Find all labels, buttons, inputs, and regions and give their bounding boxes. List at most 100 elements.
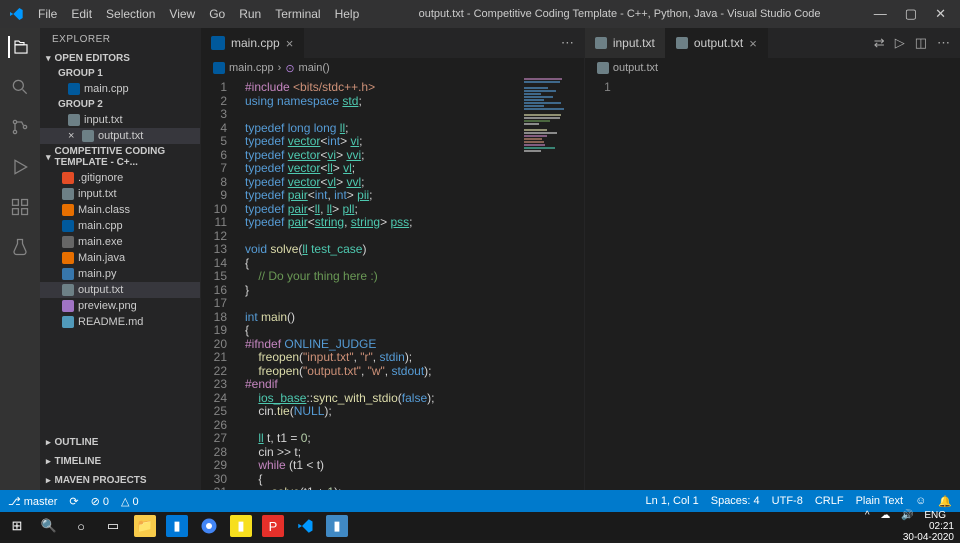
search-icon[interactable] (9, 76, 31, 98)
tab-main-cpp[interactable]: main.cpp × (201, 28, 304, 58)
exe-file-icon (62, 236, 74, 248)
cortana-icon[interactable]: ○ (70, 515, 92, 537)
cpp-file-icon (68, 83, 80, 95)
tabs-group-1: main.cpp × ⋯ (201, 28, 584, 58)
md-file-icon (62, 316, 74, 328)
close-icon[interactable]: × (286, 36, 294, 51)
notifications-icon[interactable]: 🔔 (938, 495, 952, 508)
window-title: output.txt - Competitive Coding Template… (365, 8, 874, 20)
wps-icon[interactable]: P (262, 515, 284, 537)
cursor-position[interactable]: Ln 1, Col 1 (646, 495, 699, 508)
sidebar: EXPLORER OPEN EDITORS GROUP 1 main.cpp G… (40, 28, 200, 490)
diff-icon[interactable]: ⇄ (874, 35, 885, 51)
breadcrumb[interactable]: main.cpp› ⊙main() (201, 58, 584, 78)
tab-input-txt[interactable]: input.txt (585, 28, 666, 58)
file-item[interactable]: README.md (40, 314, 200, 330)
extensions-icon[interactable] (9, 196, 31, 218)
problems-errors[interactable]: ⊘ 0 (91, 495, 109, 508)
gitignore-file-icon (62, 172, 74, 184)
scm-icon[interactable] (9, 116, 31, 138)
tab-output-txt[interactable]: output.txt × (666, 28, 768, 58)
file-item[interactable]: Main.class (40, 202, 200, 218)
png-file-icon (62, 300, 74, 312)
indent[interactable]: Spaces: 4 (711, 495, 760, 508)
file-item[interactable]: ×output.txt (40, 128, 200, 144)
start-icon[interactable]: ⊞ (6, 515, 28, 537)
txt-file-icon (62, 284, 74, 296)
cpp-file-icon (211, 36, 225, 50)
taskview-icon[interactable]: ▭ (102, 515, 124, 537)
close-button[interactable]: ✕ (935, 6, 946, 22)
open-editors-section[interactable]: OPEN EDITORS (40, 51, 200, 66)
system-tray[interactable]: ^ ☁ 🔊 ENG 02:21 30-04-2020 (865, 510, 954, 543)
explorer-icon[interactable] (8, 36, 30, 58)
menu-go[interactable]: Go (203, 3, 231, 25)
txt-file-icon (82, 130, 94, 142)
txt-file-icon (676, 37, 688, 49)
file-item[interactable]: input.txt (40, 186, 200, 202)
window-controls: ― ▢ ✕ (874, 6, 952, 22)
close-icon[interactable]: × (749, 36, 757, 51)
editor-group-2: input.txt output.txt × ⇄ ▷ ◫ ⋯ output.tx… (584, 28, 960, 490)
menu-edit[interactable]: Edit (65, 3, 98, 25)
maximize-button[interactable]: ▢ (905, 6, 917, 22)
vscode-logo-icon (8, 6, 24, 22)
file-item[interactable]: preview.png (40, 298, 200, 314)
txt-file-icon (597, 62, 609, 74)
txt-file-icon (62, 188, 74, 200)
more-icon[interactable]: ⋯ (561, 35, 574, 51)
windows-taskbar: ⊞ 🔍 ○ ▭ 📁 ▮ ▮ P ▮ ^ ☁ 🔊 ENG 02:21 30-04-… (0, 512, 960, 540)
split-icon[interactable]: ◫ (915, 35, 927, 51)
file-item[interactable]: main.cpp (40, 81, 200, 97)
menu-bar: FileEditSelectionViewGoRunTerminalHelp (32, 3, 365, 25)
menu-file[interactable]: File (32, 3, 63, 25)
store-icon[interactable]: ▮ (166, 515, 188, 537)
file-item[interactable]: output.txt (40, 282, 200, 298)
vscode-taskbar-icon[interactable] (294, 515, 316, 537)
menu-run[interactable]: Run (233, 3, 267, 25)
chrome-icon[interactable] (198, 515, 220, 537)
project-section[interactable]: COMPETITIVE CODING TEMPLATE - C+... (40, 144, 200, 170)
app-icon[interactable]: ▮ (326, 515, 348, 537)
feedback-icon[interactable]: ☺ (915, 495, 926, 508)
file-item[interactable]: main.py (40, 266, 200, 282)
run-icon[interactable]: ▷ (895, 35, 905, 51)
menu-selection[interactable]: Selection (100, 3, 161, 25)
code-editor[interactable]: 1 (585, 78, 960, 490)
section-outline[interactable]: OUTLINE (40, 433, 200, 452)
breadcrumb[interactable]: output.txt (585, 58, 960, 78)
sync-icon[interactable]: ⟳ (69, 495, 78, 508)
file-item[interactable]: main.exe (40, 234, 200, 250)
title-bar: FileEditSelectionViewGoRunTerminalHelp o… (0, 0, 960, 28)
tabs-group-2: input.txt output.txt × ⇄ ▷ ◫ ⋯ (585, 28, 960, 58)
file-explorer-icon[interactable]: 📁 (134, 515, 156, 537)
section-maven-projects[interactable]: MAVEN PROJECTS (40, 471, 200, 490)
problems-warnings[interactable]: △ 0 (121, 495, 139, 508)
app-icon[interactable]: ▮ (230, 515, 252, 537)
file-item[interactable]: input.txt (40, 112, 200, 128)
section-timeline[interactable]: TIMELINE (40, 452, 200, 471)
more-icon[interactable]: ⋯ (937, 35, 950, 51)
language-mode[interactable]: Plain Text (856, 495, 904, 508)
menu-view[interactable]: View (163, 3, 201, 25)
group-2-label: GROUP 2 (40, 97, 200, 112)
run-debug-icon[interactable] (9, 156, 31, 178)
minimap[interactable] (524, 78, 570, 153)
git-branch[interactable]: ⎇ master (8, 495, 57, 508)
group-1-label: GROUP 1 (40, 66, 200, 81)
py-file-icon (62, 268, 74, 280)
editor-group-1: main.cpp × ⋯ main.cpp› ⊙main() 123456789… (200, 28, 584, 490)
menu-terminal[interactable]: Terminal (269, 3, 326, 25)
file-item[interactable]: main.cpp (40, 218, 200, 234)
testing-icon[interactable] (9, 236, 31, 258)
eol[interactable]: CRLF (815, 495, 844, 508)
search-icon[interactable]: 🔍 (38, 515, 60, 537)
file-item[interactable]: Main.java (40, 250, 200, 266)
encoding[interactable]: UTF-8 (772, 495, 803, 508)
minimize-button[interactable]: ― (874, 6, 887, 22)
class-file-icon (62, 204, 74, 216)
txt-file-icon (68, 114, 80, 126)
file-item[interactable]: .gitignore (40, 170, 200, 186)
sidebar-header: EXPLORER (40, 28, 200, 51)
menu-help[interactable]: Help (329, 3, 366, 25)
